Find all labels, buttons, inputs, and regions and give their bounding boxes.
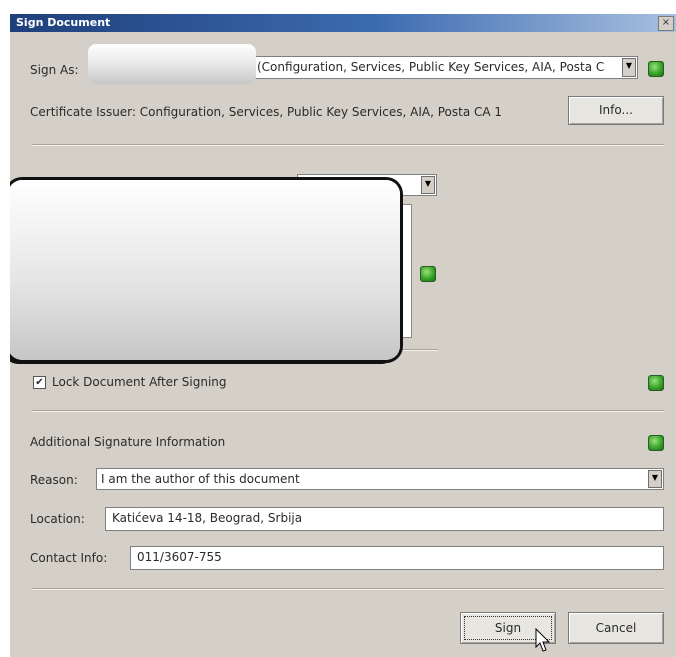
green-status-icon	[648, 375, 664, 391]
green-status-icon	[648, 435, 664, 451]
sign-as-value: (Configuration, Services, Public Key Ser…	[257, 60, 605, 74]
certificate-issuer-text: Certificate Issuer: Configuration, Servi…	[30, 105, 503, 119]
location-field[interactable]: Katićeva 14-18, Beograd, Srbija	[105, 507, 664, 531]
reason-label: Reason:	[30, 473, 78, 487]
location-label: Location:	[30, 512, 85, 526]
additional-info-heading: Additional Signature Information	[30, 435, 226, 449]
dialog-title: Sign Document	[16, 16, 111, 29]
contact-info-label: Contact Info:	[30, 551, 108, 565]
chevron-down-icon[interactable]: ▼	[648, 470, 662, 488]
contact-info-field[interactable]: 011/3607-755	[130, 546, 664, 570]
cancel-button[interactable]: Cancel	[568, 612, 664, 644]
mouse-pointer-icon	[535, 628, 551, 652]
title-bar[interactable]: Sign Document ×	[10, 14, 676, 32]
chevron-down-icon[interactable]: ▼	[421, 176, 435, 194]
green-status-icon	[420, 266, 436, 282]
divider	[32, 410, 664, 412]
reason-select[interactable]: I am the author of this document ▼	[96, 468, 664, 490]
green-status-icon	[648, 61, 664, 77]
divider	[32, 588, 664, 590]
close-icon[interactable]: ×	[658, 16, 674, 31]
lock-document-label: Lock Document After Signing	[52, 375, 227, 389]
info-button[interactable]: Info...	[568, 96, 664, 125]
reason-value: I am the author of this document	[101, 472, 300, 486]
sign-as-select[interactable]: (Configuration, Services, Public Key Ser…	[242, 56, 638, 79]
redacted-signer-name	[88, 44, 256, 84]
lock-document-checkbox[interactable]: ✔	[33, 376, 46, 389]
sign-document-dialog: Sign Document × Sign As: (Configuration,…	[10, 14, 676, 657]
contact-info-value: 011/3607-755	[137, 550, 222, 564]
redacted-region	[10, 180, 400, 360]
sign-as-label: Sign As:	[30, 63, 79, 77]
divider	[32, 144, 664, 146]
chevron-down-icon[interactable]: ▼	[622, 58, 636, 77]
location-value: Katićeva 14-18, Beograd, Srbija	[112, 511, 303, 525]
